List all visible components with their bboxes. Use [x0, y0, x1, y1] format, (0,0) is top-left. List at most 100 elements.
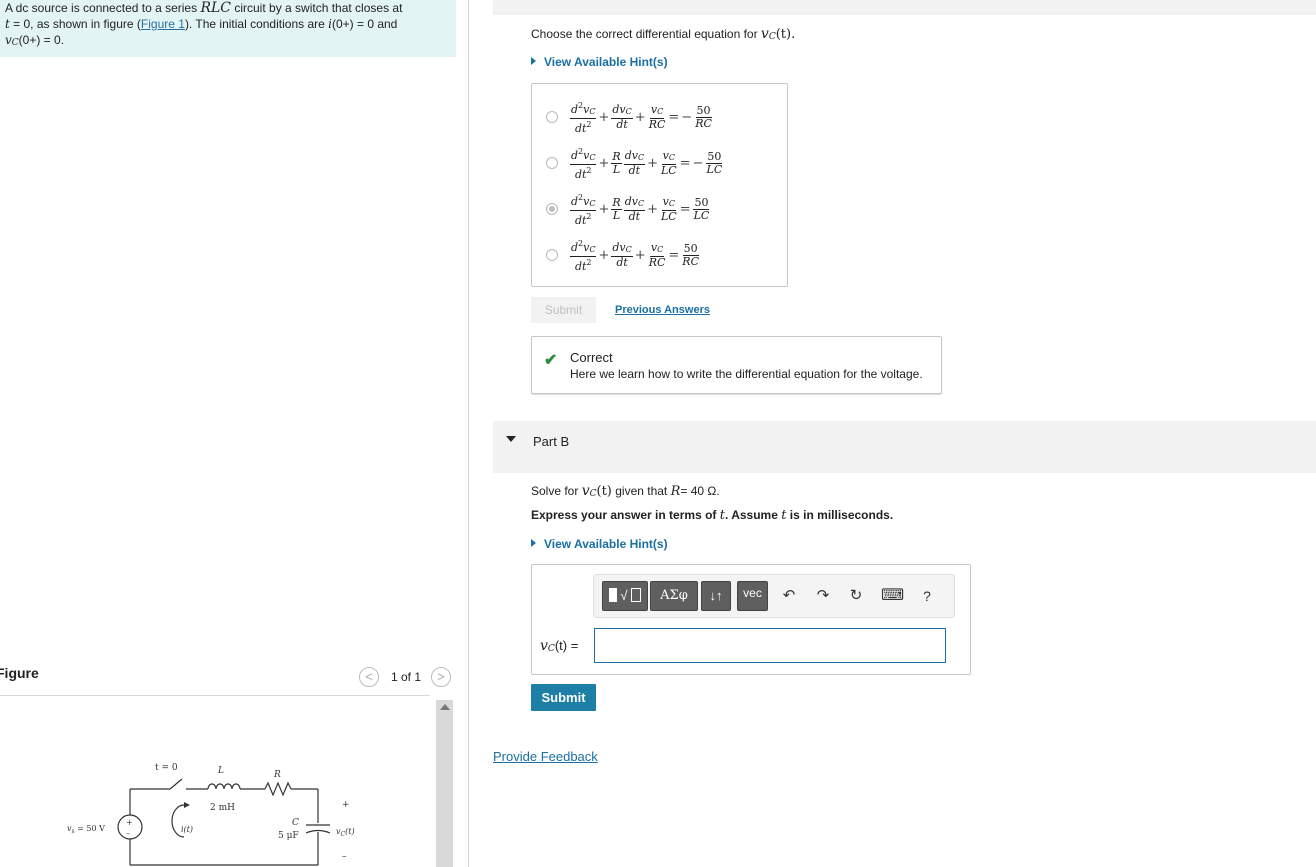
source-minus: – — [126, 829, 130, 838]
part-a-submit-button-disabled: Submit — [531, 297, 596, 323]
provide-feedback-link[interactable]: Provide Feedback — [493, 749, 598, 764]
greek-button[interactable]: ΑΣφ — [650, 581, 698, 611]
help-icon[interactable]: ? — [916, 585, 938, 607]
feedback-text: Here we learn how to write the different… — [570, 367, 923, 381]
reset-icon[interactable]: ↻ — [845, 585, 867, 607]
radio-button[interactable] — [546, 111, 558, 123]
equation-3: d2vC dt2 + RL dvC dt + vC LC = 50 LC — [570, 192, 710, 227]
current-arrow-head — [184, 802, 190, 808]
question-text: Choose the correct differential equation… — [531, 27, 761, 41]
part-a-question: Choose the correct differential equation… — [531, 26, 795, 42]
inductor-value: 2 mH — [210, 803, 235, 813]
problem-text: ). The initial conditions are — [184, 17, 329, 31]
instructions-text: is in milliseconds. — [786, 508, 894, 522]
part-b-answer-box: √ ΑΣφ ↓↑ vec ↶ ↷ ↻ ⌨ ? vC(t) = — [531, 564, 971, 675]
vc-math: v — [760, 26, 769, 42]
previous-answers-link[interactable]: Previous Answers — [615, 304, 710, 316]
vc-math: v — [581, 483, 590, 499]
checkmark-icon: ✔ — [544, 352, 558, 369]
problem-text: circuit by a switch that closes at — [231, 1, 403, 15]
vc-arg: (t). — [775, 27, 796, 42]
switch-blade — [169, 778, 183, 790]
hint-label: View Available Hint(s) — [544, 55, 668, 69]
caret-right-icon — [531, 539, 536, 547]
vc-math: v — [5, 33, 12, 47]
redo-icon[interactable]: ↷ — [812, 585, 834, 607]
instructions-text: . Assume — [724, 508, 782, 522]
templates-button[interactable]: √ — [602, 581, 648, 611]
problem-statement: A dc source is connected to a series RLC… — [0, 0, 456, 57]
hint-label: View Available Hint(s) — [544, 537, 668, 551]
inductor-symbol — [207, 783, 241, 790]
question-text: given that — [611, 484, 671, 498]
figure-pager-text: 1 of 1 — [391, 670, 422, 684]
equation-2: d2vC dt2 + RL dvC dt + vC LC = − 50 LC — [570, 146, 723, 181]
radio-button-selected[interactable] — [546, 203, 558, 215]
equation-1: d2vC dt2 + dvC dt + vC RC = − 50 RC — [570, 100, 712, 135]
vc-arg: (t) — [596, 484, 612, 499]
option-1[interactable]: d2vC dt2 + dvC dt + vC RC = − 50 RC — [532, 99, 782, 135]
circuit-diagram: t = 0 L 2 mH R C 5 μF + – vs = 50 V i(t)… — [67, 763, 355, 866]
problem-text: = 0, as shown in figure ( — [9, 17, 141, 31]
figure-label: Figure — [0, 665, 39, 681]
pane-divider[interactable] — [468, 0, 469, 867]
equation-4: d2vC dt2 + dvC dt + vC RC = 50 RC — [570, 238, 699, 273]
resistor-label: R — [273, 770, 281, 780]
part-b-submit-button[interactable]: Submit — [531, 684, 596, 711]
sqrt-icon: √ — [620, 588, 628, 603]
source-plus: + — [126, 818, 133, 827]
problem-text: A dc source is connected to a series — [5, 1, 201, 15]
template-box-icon — [631, 588, 642, 602]
inductor-label: L — [217, 766, 224, 776]
problem-text: (0+) = 0. — [18, 33, 65, 47]
undo-icon[interactable]: ↶ — [778, 585, 800, 607]
radio-button[interactable] — [546, 157, 558, 169]
capacitor-label: C — [292, 818, 299, 828]
figure-next-button[interactable]: > — [431, 667, 451, 687]
vc-label: vC(t) — [336, 827, 355, 838]
part-b-header[interactable]: Part B — [493, 421, 1316, 473]
figure-1-link[interactable]: Figure 1 — [141, 17, 185, 31]
switch-label: t = 0 — [155, 763, 178, 773]
part-b-instructions: Express your answer in terms of t. Assum… — [531, 508, 893, 523]
answer-input[interactable] — [594, 628, 946, 663]
scroll-up-icon[interactable] — [440, 704, 450, 710]
figure-prev-button[interactable]: < — [359, 667, 379, 687]
keyboard-icon[interactable]: ⌨ — [881, 585, 904, 607]
answer-label: vC(t) = — [540, 638, 578, 654]
math-toolbar: √ ΑΣφ ↓↑ vec ↶ ↷ ↻ ⌨ ? — [593, 574, 955, 618]
part-a-header-bar — [493, 0, 1316, 15]
caret-right-icon — [531, 57, 536, 65]
vc-minus: – — [342, 852, 347, 862]
r-math: R — [670, 484, 681, 499]
problem-text: (0+) = 0 and — [331, 17, 398, 31]
source-label: vs = 50 V — [67, 824, 105, 835]
vc-sub: C — [768, 32, 776, 42]
part-a-hint-toggle[interactable]: View Available Hint(s) — [531, 55, 668, 69]
capacitor-value: 5 μF — [278, 831, 299, 841]
vc-math: v — [540, 638, 548, 654]
option-3[interactable]: d2vC dt2 + RL dvC dt + vC LC = 50 LC — [532, 191, 782, 227]
part-b-hint-toggle[interactable]: View Available Hint(s) — [531, 537, 668, 551]
part-b-label: Part B — [533, 434, 570, 449]
vc-sub: C — [589, 489, 597, 499]
question-text: Solve for — [531, 484, 582, 498]
vec-button[interactable]: vec — [737, 581, 768, 611]
feedback-title: Correct — [570, 350, 613, 365]
vc-plus: + — [342, 800, 350, 810]
resistor-symbol — [264, 781, 292, 797]
rlc-math: RLC — [200, 0, 232, 16]
option-4[interactable]: d2vC dt2 + dvC dt + vC RC = 50 RC — [532, 237, 782, 273]
option-2[interactable]: d2vC dt2 + RL dvC dt + vC LC = − 50 LC — [532, 145, 782, 181]
figure-scrollbar[interactable] — [436, 700, 453, 867]
part-a-options: d2vC dt2 + dvC dt + vC RC = − 50 RC d2vC dt2 +… — [531, 83, 788, 287]
part-b-question: Solve for vC(t) given that R= 40 Ω. — [531, 483, 720, 499]
correct-feedback-box: ✔ Correct Here we learn how to write the… — [531, 336, 942, 394]
vc-sub: C — [11, 38, 19, 48]
caret-down-icon — [506, 436, 516, 442]
answer-label-rest: (t) = — [554, 638, 579, 653]
arrows-button[interactable]: ↓↑ — [701, 581, 731, 611]
radio-button[interactable] — [546, 249, 558, 261]
figure-divider — [0, 695, 430, 696]
r-value: = 40 Ω. — [680, 484, 720, 498]
